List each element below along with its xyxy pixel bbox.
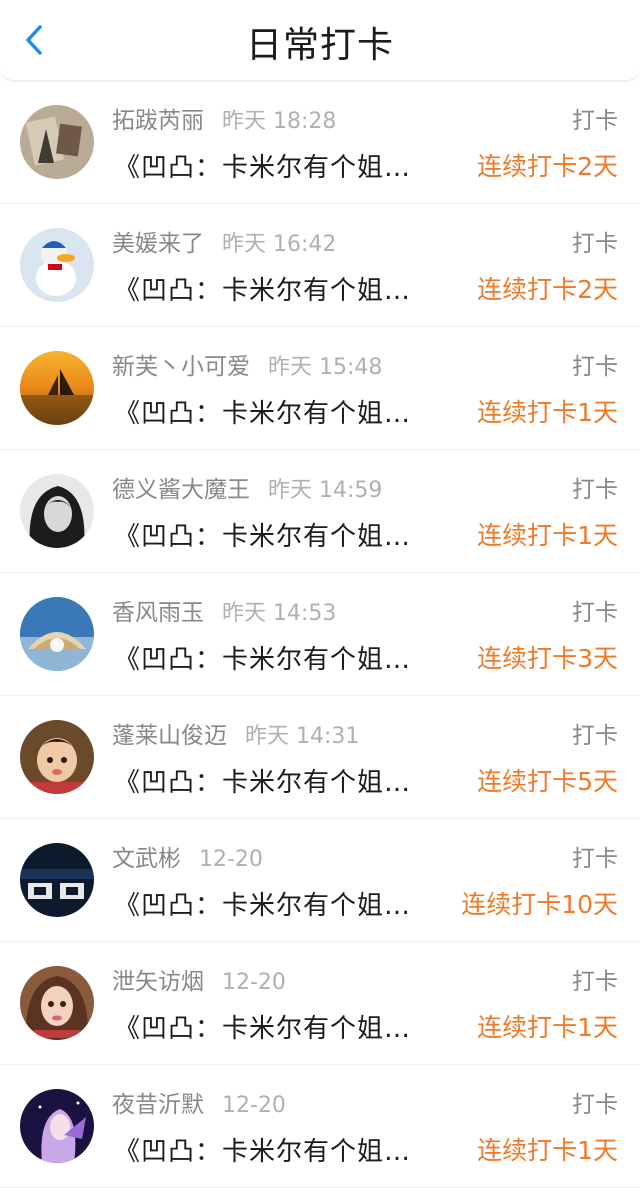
book-title[interactable]: 《凹凸：卡米尔有个姐… [114,393,411,430]
streak-label: 连续打卡1天 [477,1013,618,1042]
avatar[interactable] [20,966,94,1040]
post-time: 昨天 15:48 [268,355,383,380]
post-time: 昨天 14:31 [245,724,360,749]
avatar[interactable] [20,228,94,302]
nav-header: 日常打卡 [0,0,640,81]
list-item[interactable]: 香风雨玉 昨天 14:53 打卡 《凹凸：卡米尔有个姐… 连续打卡3天 [0,573,640,696]
streak-label: 连续打卡10天 [461,890,618,919]
book-title[interactable]: 《凹凸：卡米尔有个姐… [114,639,411,676]
avatar[interactable] [20,1089,94,1163]
checkin-type: 打卡 [572,969,618,995]
checkin-type: 打卡 [572,600,618,626]
avatar[interactable] [20,105,94,179]
page-title: 日常打卡 [245,25,394,66]
post-time: 昨天 14:59 [268,478,383,503]
user-name: 蓬莱山俊迈 [112,723,227,749]
user-name: 美媛来了 [112,231,204,257]
streak-label: 连续打卡1天 [477,1136,618,1165]
user-name: 拓跋芮丽 [112,108,204,134]
user-name: 德义酱大魔王 [112,477,250,503]
checkin-type: 打卡 [572,108,618,134]
list-item[interactable]: 拓跋芮丽 昨天 18:28 打卡 《凹凸：卡米尔有个姐… 连续打卡2天 [0,81,640,204]
post-time: 昨天 16:42 [222,232,337,257]
user-name: 香风雨玉 [112,600,204,626]
list-item[interactable]: 新芙丶小可爱 昨天 15:48 打卡 《凹凸：卡米尔有个姐… 连续打卡1天 [0,327,640,450]
avatar[interactable] [20,351,94,425]
list-item[interactable]: 德义酱大魔王 昨天 14:59 打卡 《凹凸：卡米尔有个姐… 连续打卡1天 [0,450,640,573]
streak-label: 连续打卡5天 [477,767,618,796]
book-title[interactable]: 《凹凸：卡米尔有个姐… [114,1008,411,1045]
user-name: 新芙丶小可爱 [112,354,250,380]
list-item[interactable]: 泄矢访烟 12-20 打卡 《凹凸：卡米尔有个姐… 连续打卡1天 [0,942,640,1065]
list-item[interactable]: 美媛来了 昨天 16:42 打卡 《凹凸：卡米尔有个姐… 连续打卡2天 [0,204,640,327]
book-title[interactable]: 《凹凸：卡米尔有个姐… [114,516,411,553]
streak-label: 连续打卡3天 [477,644,618,673]
user-name: 泄矢访烟 [112,969,204,995]
post-time: 昨天 14:53 [222,601,337,626]
list-item[interactable]: 夜昔沂默 12-20 打卡 《凹凸：卡米尔有个姐… 连续打卡1天 [0,1065,640,1188]
streak-label: 连续打卡1天 [477,521,618,550]
avatar[interactable] [20,474,94,548]
post-time: 昨天 18:28 [222,109,337,134]
streak-label: 连续打卡2天 [477,275,618,304]
checkin-type: 打卡 [572,846,618,872]
user-name: 文武彬 [112,846,181,872]
checkin-type: 打卡 [572,1092,618,1118]
user-name: 夜昔沂默 [112,1092,204,1118]
checkin-type: 打卡 [572,231,618,257]
book-title[interactable]: 《凹凸：卡米尔有个姐… [114,885,411,922]
checkin-type: 打卡 [572,477,618,503]
avatar[interactable] [20,843,94,917]
list-item[interactable]: 文武彬 12-20 打卡 《凹凸：卡米尔有个姐… 连续打卡10天 [0,819,640,942]
avatar[interactable] [20,597,94,671]
book-title[interactable]: 《凹凸：卡米尔有个姐… [114,762,411,799]
book-title[interactable]: 《凹凸：卡米尔有个姐… [114,270,411,307]
post-time: 12-20 [222,970,286,995]
avatar[interactable] [20,720,94,794]
checkin-list: 拓跋芮丽 昨天 18:28 打卡 《凹凸：卡米尔有个姐… 连续打卡2天 美媛来了昨… [0,81,640,1188]
checkin-type: 打卡 [572,723,618,749]
checkin-type: 打卡 [572,354,618,380]
book-title[interactable]: 《凹凸：卡米尔有个姐… [114,1131,411,1168]
book-title[interactable]: 《凹凸：卡米尔有个姐… [114,147,411,184]
streak-label: 连续打卡1天 [477,398,618,427]
list-item[interactable]: 蓬莱山俊迈 昨天 14:31 打卡 《凹凸：卡米尔有个姐… 连续打卡5天 [0,696,640,819]
post-time: 12-20 [199,847,263,872]
streak-label: 连续打卡2天 [477,152,618,181]
post-time: 12-20 [222,1093,286,1118]
